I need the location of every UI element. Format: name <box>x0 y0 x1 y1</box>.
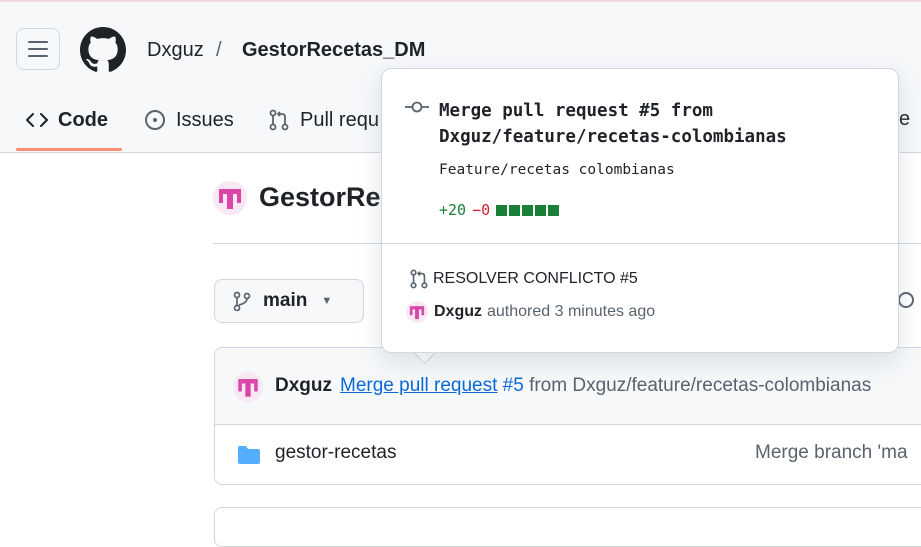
tab-code[interactable]: Code <box>26 106 108 134</box>
hovercard-author-name[interactable]: Dxguz <box>434 303 482 321</box>
repo-owner-avatar[interactable] <box>213 181 247 215</box>
commit-summary: Dxguz Merge pull request #5 from Dxguz/fe… <box>275 375 871 397</box>
tab-pull-requests-label: Pull requ <box>300 108 379 131</box>
tab-overflow-fragment: e <box>899 108 911 130</box>
commit-author-avatar[interactable] <box>233 372 263 402</box>
branch-name: main <box>263 290 308 311</box>
hovercard-divider <box>382 243 898 244</box>
hovercard-pull-request[interactable]: RESOLVER CONFLICTO #5 <box>409 269 638 289</box>
commit-author[interactable]: Dxguz <box>275 375 332 396</box>
commit-pr-ref[interactable]: #5 <box>503 375 524 396</box>
file-name[interactable]: gestor-recetas <box>275 442 396 464</box>
file-commit-message[interactable]: Merge branch 'ma <box>755 442 908 464</box>
branch-select-button[interactable]: main ▼ <box>214 279 364 323</box>
diff-deletions: −0 <box>472 201 491 219</box>
tab-selected-indicator <box>16 148 122 151</box>
search-icon[interactable] <box>896 290 921 314</box>
git-branch-icon <box>233 291 251 311</box>
diff-block-added <box>535 204 547 216</box>
hovercard-commit-description: Feature/recetas colombianas <box>439 162 675 178</box>
commit-message-rest: from Dxguz/feature/recetas-colombianas <box>523 375 872 396</box>
hovercard-author-line: Dxguz authored 3 minutes ago <box>406 301 655 323</box>
git-pull-request-icon <box>268 109 290 131</box>
hovercard-author-meta: authored 3 minutes ago <box>487 303 656 320</box>
diff-block-added <box>548 204 560 216</box>
latest-commit-row: Dxguz Merge pull request #5 from Dxguz/fe… <box>215 348 921 425</box>
git-commit-icon <box>405 101 429 113</box>
tab-pull-requests[interactable]: Pull requ <box>268 106 379 134</box>
menu-button[interactable] <box>16 28 60 70</box>
tab-issues-label: Issues <box>176 108 234 131</box>
diff-block-added <box>522 204 534 216</box>
tab-issues[interactable]: Issues <box>144 106 234 134</box>
breadcrumb-owner[interactable]: Dxguz <box>147 39 204 62</box>
chevron-down-icon: ▼ <box>321 295 333 307</box>
breadcrumb-repo[interactable]: GestorRecetas_DM <box>242 39 425 62</box>
folder-icon <box>238 446 260 464</box>
repo-title[interactable]: GestorRe <box>259 182 381 213</box>
github-logo-icon[interactable] <box>80 27 126 73</box>
tab-code-label: Code <box>58 108 108 131</box>
hovercard-author-avatar[interactable] <box>406 301 428 323</box>
diff-stats: +20 −0 <box>439 201 560 219</box>
hovercard-pr-title: RESOLVER CONFLICTO #5 <box>433 270 638 287</box>
breadcrumb-separator: / <box>216 39 222 61</box>
readme-box <box>214 507 921 547</box>
diff-block-added <box>496 204 508 216</box>
git-pull-request-icon <box>409 269 429 289</box>
code-icon <box>26 112 48 128</box>
diff-additions: +20 <box>439 201 467 219</box>
file-browser: Dxguz Merge pull request #5 from Dxguz/fe… <box>214 347 921 485</box>
issue-opened-icon <box>144 109 166 131</box>
hamburger-icon <box>28 41 48 57</box>
hovercard-commit-title[interactable]: Merge pull request #5 from Dxguz/feature… <box>439 98 879 150</box>
diff-blocks <box>496 204 560 216</box>
file-row[interactable]: gestor-recetas Merge branch 'ma <box>215 425 921 484</box>
commit-hovercard: Merge pull request #5 from Dxguz/feature… <box>381 68 899 353</box>
diff-block-added <box>509 204 521 216</box>
commit-message-link[interactable]: Merge pull request <box>340 375 497 396</box>
